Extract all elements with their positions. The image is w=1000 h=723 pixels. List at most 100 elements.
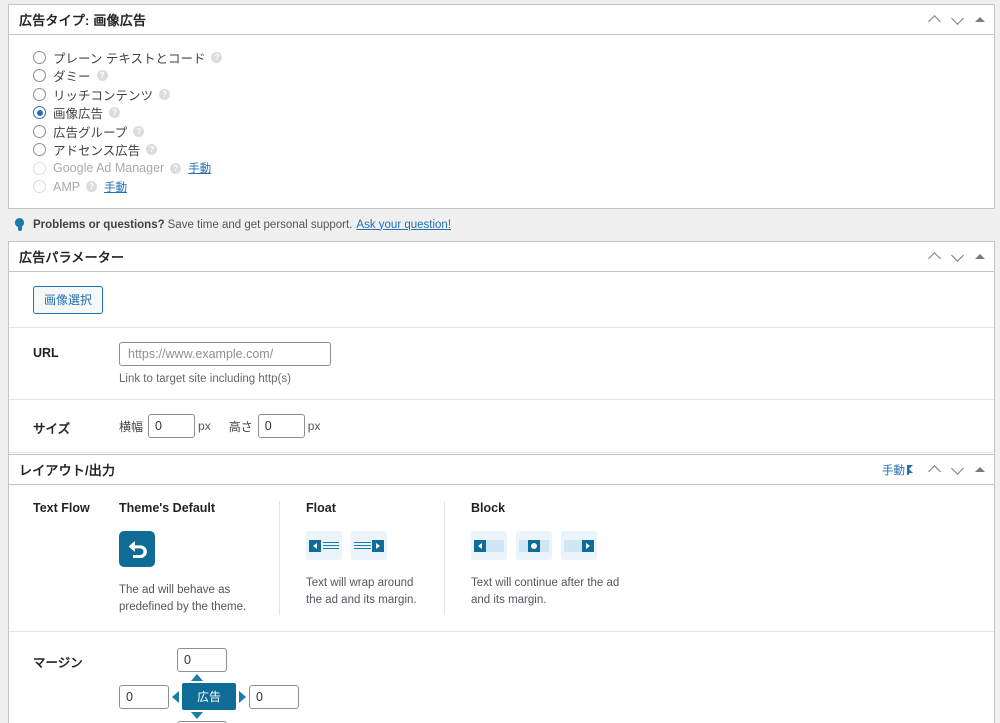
radio-label: リッチコンテンツ [53,88,154,103]
block-center-icon[interactable] [516,531,552,560]
chevron-down-icon[interactable] [951,463,965,477]
ad-type-option-image-ad[interactable]: 画像広告 ? [33,104,994,122]
block-right-icon[interactable] [561,531,597,560]
layout-output-header-tools: 手動 [882,455,986,484]
ad-type-panel-header: 広告タイプ: 画像広告 [9,5,994,35]
radio-ad-group[interactable] [33,124,46,138]
help-icon[interactable]: ? [109,107,121,118]
ad-parameters-title: 広告パラメーター [19,250,125,265]
radio-label: アドセンス広告 [53,144,141,158]
ad-type-title: 広告タイプ: 画像広告 [19,13,147,28]
text-flow-row: Text Flow Theme's Default The ad will be… [9,485,994,616]
radio-label: Google Ad Manager [53,161,165,175]
chevron-up-icon[interactable] [928,463,942,477]
layout-output-header: レイアウト/出力 手動 [9,455,994,485]
collapse-toggle-icon[interactable] [974,464,986,476]
ad-type-option-list: プレーン テキストとコード ? ダミー ? リッチコンテンツ ? 画像広告 ? [9,35,994,208]
url-input[interactable] [119,342,331,366]
ad-type-option-google-ad-manager: Google Ad Manager ? 手動 [33,159,994,177]
ad-center-badge[interactable]: 広告 [182,683,236,711]
column-description: Text will continue after the ad and its … [471,577,620,606]
margin-label: マージン [33,656,83,671]
arrow-right-icon [239,690,246,703]
margin-right-input[interactable] [249,684,299,709]
help-icon[interactable]: ? [159,88,171,100]
support-notice: Problems or questions? Save time and get… [8,214,995,235]
manual-link-label: 手動 [882,464,905,477]
radio-label: ダミー [53,70,91,84]
text-flow-label: Text Flow [33,501,90,515]
layout-output-panel: レイアウト/出力 手動 Text Flow Theme's Default Th… [8,454,995,723]
help-icon[interactable]: ? [146,144,158,155]
size-label: サイズ [33,422,71,436]
ad-type-header-tools [928,5,986,34]
page-root: 広告タイプ: 画像広告 プレーン テキストとコード ? ダミー ? リッチコンテ… [0,0,1000,723]
ad-type-option-dummy[interactable]: ダミー ? [33,67,994,85]
radio-image-ad[interactable] [33,106,46,119]
manual-link-amp[interactable]: 手動 [104,179,127,195]
help-icon[interactable]: ? [211,51,223,63]
ad-type-option-plain-text[interactable]: プレーン テキストとコード ? [33,48,994,66]
height-input[interactable] [257,414,305,438]
layout-output-title: レイアウト/出力 [19,463,116,478]
manual-link[interactable]: 手動 [882,462,916,478]
help-icon[interactable]: ? [96,70,108,81]
collapse-toggle-icon[interactable] [974,14,986,26]
chevron-up-icon[interactable] [928,13,942,27]
block-left-icon[interactable] [471,531,507,560]
collapse-toggle-icon[interactable] [974,251,986,263]
ad-type-option-adsense[interactable]: アドセンス広告 ? [33,141,994,159]
help-icon[interactable]: ? [133,125,145,137]
height-label: 高さ [228,419,253,434]
ad-type-option-rich-content[interactable]: リッチコンテンツ ? [33,85,994,103]
radio-rich-content[interactable] [33,87,46,101]
ad-parameters-header: 広告パラメーター [9,242,994,272]
column-description: The ad will behave as predefined by the … [119,584,247,613]
float-icon-set [306,531,426,560]
column-heading: Float [306,501,336,515]
column-description: Text will wrap around the ad and its mar… [306,577,417,606]
chevron-down-icon[interactable] [951,250,965,264]
text-flow-column-theme-default: Theme's Default The ad will behave as pr… [119,501,279,615]
margin-center-row: 広告 [119,683,449,711]
float-left-icon[interactable] [306,531,342,560]
theme-default-icon-set [119,531,261,567]
ad-type-option-ad-group[interactable]: 広告グループ ? [33,122,994,140]
help-icon[interactable]: ? [86,181,98,192]
block-icon-set [471,531,646,560]
radio-adsense[interactable] [33,143,46,156]
url-label: URL [33,346,59,360]
ad-type-option-amp: AMP ? 手動 [33,178,994,196]
chevron-down-icon[interactable] [951,13,965,27]
radio-label: AMP [53,179,81,194]
margin-left-input[interactable] [119,684,169,709]
support-text: Save time and get personal support. [167,218,353,231]
radio-amp [33,180,46,193]
margin-box-model: 広告 in px [119,648,449,723]
width-unit: px [198,419,211,433]
ask-your-question-link[interactable]: Ask your question! [356,219,451,231]
radio-plain-text[interactable] [33,50,46,64]
width-input[interactable] [148,414,196,438]
support-question: Problems or questions? [33,218,165,231]
text-flow-column-block: Block Text will continue after the ad an… [444,501,664,616]
ad-parameters-panel: 広告パラメーター 画像選択 URL Link to target site in… [8,241,995,478]
manual-link-google-ad-manager[interactable]: 手動 [188,160,211,176]
width-label: 横幅 [119,419,144,434]
select-image-button[interactable]: 画像選択 [33,286,104,314]
radio-label: プレーン テキストとコード [53,51,206,66]
theme-default-icon[interactable] [119,531,155,567]
arrow-up-icon [191,674,203,682]
ad-type-panel: 広告タイプ: 画像広告 プレーン テキストとコード ? ダミー ? リッチコンテ… [8,4,995,209]
url-row: URL Link to target site including http(s… [9,327,994,399]
chevron-up-icon[interactable] [928,250,942,264]
radio-dummy[interactable] [33,69,46,82]
radio-google-ad-manager [33,161,46,175]
margin-top-input[interactable] [177,648,227,673]
radio-label: 画像広告 [53,107,104,121]
help-icon[interactable]: ? [170,162,182,174]
float-right-icon[interactable] [351,531,387,560]
arrow-down-icon [191,712,203,720]
url-description: Link to target site including http(s) [119,373,291,385]
margin-row: マージン 広告 in px [9,631,994,723]
